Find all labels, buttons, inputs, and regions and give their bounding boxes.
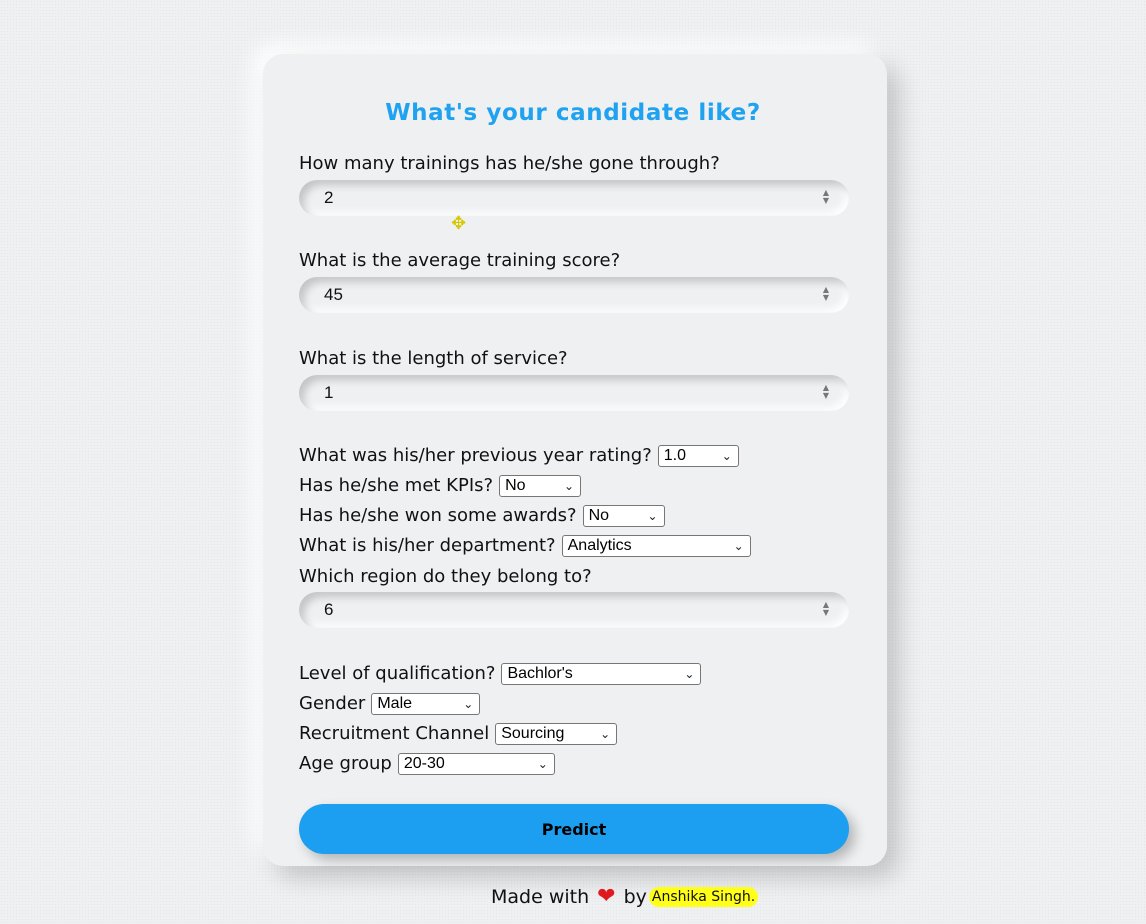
trainings-label: How many trainings has he/she gone throu… bbox=[299, 153, 720, 174]
service-label: What is the length of service? bbox=[299, 348, 568, 369]
kpis-row: Has he/she met KPIs? No ⌄ bbox=[299, 475, 582, 497]
age-select[interactable]: 20-30 ⌄ bbox=[397, 753, 555, 775]
predict-button[interactable]: Predict bbox=[299, 804, 849, 854]
trainings-input[interactable]: 2 ▲ ▼ bbox=[299, 180, 849, 216]
trainings-value: 2 bbox=[324, 188, 334, 207]
footer-made-with: Made with bbox=[491, 886, 590, 908]
department-row: What is his/her department? Analytics ⌄ bbox=[299, 535, 751, 557]
kpis-select[interactable]: No ⌄ bbox=[499, 475, 582, 497]
region-label: Which region do they belong to? bbox=[299, 566, 592, 587]
region-input[interactable]: 6 ▲ ▼ bbox=[299, 592, 849, 628]
footer-by: by bbox=[623, 886, 647, 908]
qualification-select[interactable]: Bachlor's ⌄ bbox=[501, 663, 702, 685]
age-label: Age group bbox=[299, 753, 392, 774]
spinner-icon[interactable]: ▲ ▼ bbox=[821, 286, 831, 304]
author-name: Anshika Singh. bbox=[648, 887, 759, 907]
chevron-down-icon: ⌄ bbox=[647, 509, 658, 523]
avg-score-label: What is the average training score? bbox=[299, 250, 621, 271]
heart-icon: ❤ bbox=[597, 884, 616, 909]
spinner-icon[interactable]: ▲ ▼ bbox=[821, 601, 831, 619]
channel-label: Recruitment Channel bbox=[299, 723, 490, 744]
channel-select[interactable]: Sourcing ⌄ bbox=[495, 723, 618, 745]
spinner-icon[interactable]: ▲ ▼ bbox=[821, 189, 831, 207]
awards-select[interactable]: No ⌄ bbox=[582, 505, 665, 527]
avg-score-value: 45 bbox=[324, 285, 343, 304]
department-select[interactable]: Analytics ⌄ bbox=[561, 535, 751, 557]
gender-label: Gender bbox=[299, 693, 366, 714]
spinner-icon[interactable]: ▲ ▼ bbox=[821, 384, 831, 402]
channel-row: Recruitment Channel Sourcing ⌄ bbox=[299, 723, 618, 745]
move-cursor-icon: ✥ bbox=[450, 213, 467, 234]
chevron-down-icon: ⌄ bbox=[463, 697, 474, 711]
age-row: Age group 20-30 ⌄ bbox=[299, 753, 555, 775]
awards-label: Has he/she won some awards? bbox=[299, 505, 577, 526]
gender-select[interactable]: Male ⌄ bbox=[371, 693, 481, 715]
gender-row: Gender Male ⌄ bbox=[299, 693, 481, 715]
chevron-down-icon: ⌄ bbox=[684, 667, 695, 681]
chevron-down-icon: ⌄ bbox=[600, 727, 611, 741]
chevron-down-icon: ⌄ bbox=[564, 479, 575, 493]
chevron-down-icon: ⌄ bbox=[721, 449, 732, 463]
avg-score-input[interactable]: 45 ▲ ▼ bbox=[299, 277, 849, 313]
chevron-down-icon: ⌄ bbox=[537, 757, 548, 771]
awards-row: Has he/she won some awards? No ⌄ bbox=[299, 505, 665, 527]
chevron-down-icon: ⌄ bbox=[733, 539, 744, 553]
service-value: 1 bbox=[324, 383, 334, 402]
service-input[interactable]: 1 ▲ ▼ bbox=[299, 375, 849, 411]
region-value: 6 bbox=[324, 600, 334, 619]
rating-label: What was his/her previous year rating? bbox=[299, 445, 652, 466]
qualification-label: Level of qualification? bbox=[299, 663, 496, 684]
department-label: What is his/her department? bbox=[299, 535, 556, 556]
rating-row: What was his/her previous year rating? 1… bbox=[299, 445, 739, 467]
footer: Made with ❤ by Anshika Singh. bbox=[491, 884, 759, 909]
qualification-row: Level of qualification? Bachlor's ⌄ bbox=[299, 663, 702, 685]
rating-select[interactable]: 1.0 ⌄ bbox=[657, 445, 739, 467]
form-title: What's your candidate like? bbox=[385, 100, 761, 126]
kpis-label: Has he/she met KPIs? bbox=[299, 475, 494, 496]
